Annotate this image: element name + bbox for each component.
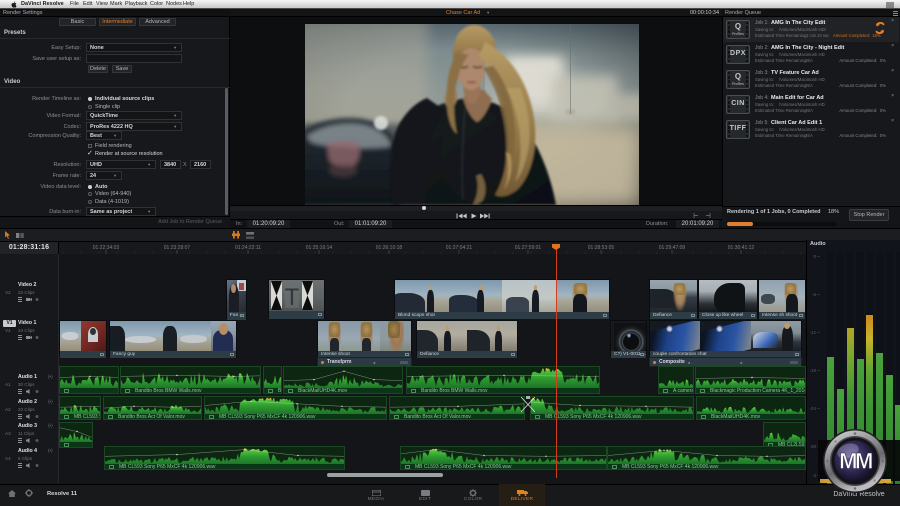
- svg-text:-24: -24: [809, 406, 816, 411]
- svg-text:-4: -4: [812, 473, 816, 478]
- svg-text:-18: -18: [809, 368, 816, 373]
- svg-text:-6: -6: [812, 292, 816, 297]
- svg-text:0: 0: [813, 254, 816, 259]
- svg-text:MM: MM: [839, 449, 872, 474]
- svg-text:-12: -12: [809, 330, 816, 335]
- svg-text:-30: -30: [809, 444, 816, 449]
- svg-text:T: T: [285, 284, 300, 311]
